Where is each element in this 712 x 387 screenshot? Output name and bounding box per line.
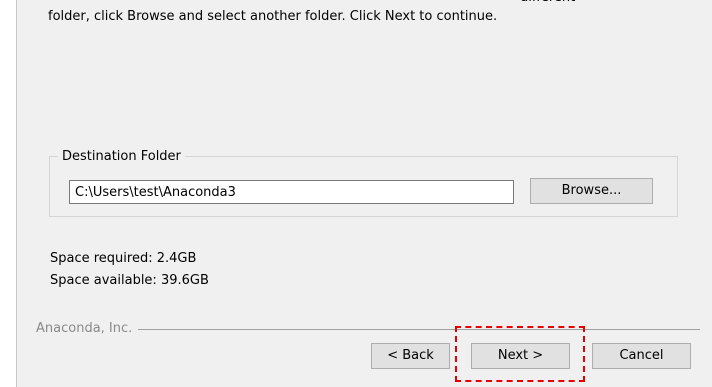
browse-button[interactable]: Browse... [530, 178, 653, 204]
destination-folder-label: Destination Folder [58, 148, 185, 166]
space-available-text: Space available: 39.6GB [50, 273, 209, 288]
footer-divider [130, 329, 700, 330]
brand-label: Anaconda, Inc. [36, 320, 139, 338]
instruction-line-partial: different [520, 0, 575, 9]
instruction-text: different folder, click Browse and selec… [48, 0, 688, 40]
left-panel-strip [0, 0, 17, 387]
cancel-button[interactable]: Cancel [592, 343, 691, 369]
instruction-line: folder, click Browse and select another … [48, 9, 498, 24]
back-button[interactable]: < Back [371, 343, 450, 369]
destination-path-input[interactable] [69, 180, 514, 204]
next-button-highlight [455, 326, 585, 382]
space-required-text: Space required: 2.4GB [50, 251, 197, 266]
